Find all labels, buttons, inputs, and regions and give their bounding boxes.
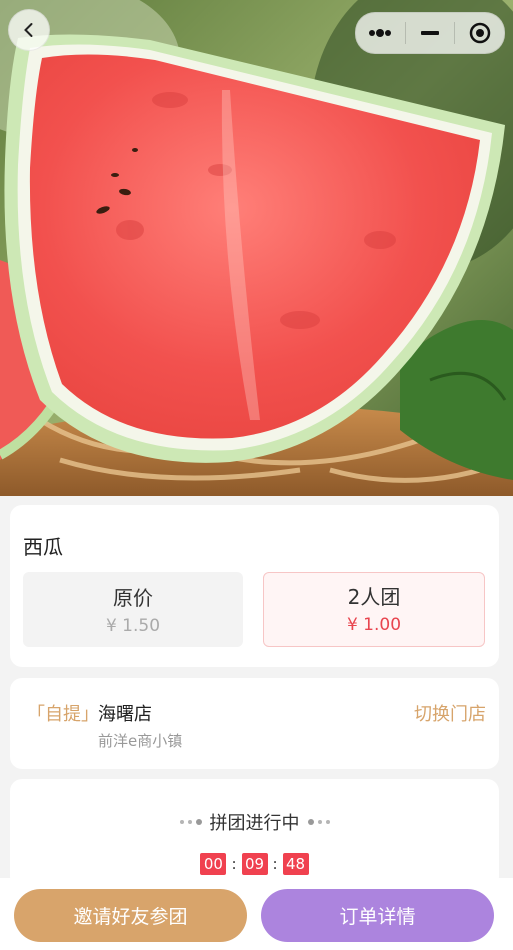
decorative-dots — [179, 819, 202, 825]
group-price-value: ¥ 1.00 — [346, 615, 402, 635]
group-buy-page: 西瓜 原价 ¥ 1.50 2人团 ¥ 1.00 「自提」 海曙店 前洋e商小镇 … — [0, 0, 513, 950]
group-price-label: 2人团 — [347, 585, 401, 609]
bottom-action-bar: 邀请好友参团 订单详情 — [0, 878, 513, 950]
product-card: 西瓜 原价 ¥ 1.50 2人团 ¥ 1.00 — [10, 505, 499, 667]
countdown-minutes: 09 — [241, 853, 268, 875]
group-price-option[interactable]: 2人团 ¥ 1.00 — [263, 572, 485, 647]
status-row: 拼团进行中 — [10, 809, 499, 835]
minimize-button[interactable] — [406, 13, 455, 53]
decorative-dots — [307, 819, 330, 825]
store-address: 前洋e商小镇 — [98, 732, 183, 750]
original-price-label: 原价 — [113, 586, 153, 610]
countdown-hours: 00 — [200, 853, 227, 875]
more-button[interactable] — [356, 13, 405, 53]
countdown-colon: : — [231, 855, 237, 873]
mini-program-capsule — [355, 12, 505, 54]
more-dots-icon — [369, 29, 392, 37]
switch-store-link[interactable]: 切换门店 — [414, 700, 486, 726]
store-card: 「自提」 海曙店 前洋e商小镇 切换门店 — [10, 678, 499, 769]
close-button[interactable] — [455, 13, 504, 53]
watermelon-illustration — [0, 0, 513, 496]
original-price-option[interactable]: 原价 ¥ 1.50 — [23, 572, 243, 647]
product-name: 西瓜 — [23, 535, 63, 559]
product-image — [0, 0, 513, 496]
invite-friends-button[interactable]: 邀请好友参团 — [14, 889, 247, 942]
pickup-tag: 「自提」 — [27, 704, 99, 725]
group-status-text: 拼团进行中 — [209, 813, 300, 834]
group-status-card: 拼团进行中 00 : 09 : 48 — [10, 779, 499, 889]
target-circle-icon — [469, 22, 490, 44]
store-name: 海曙店 — [98, 704, 152, 725]
order-details-button[interactable]: 订单详情 — [261, 889, 494, 942]
countdown-colon: : — [272, 855, 278, 873]
back-button[interactable] — [8, 9, 50, 51]
countdown-timer: 00 : 09 : 48 — [10, 853, 499, 875]
original-price-value: ¥ 1.50 — [105, 616, 161, 636]
countdown-seconds: 48 — [282, 853, 309, 875]
chevron-left-icon — [24, 23, 33, 37]
minus-icon — [421, 31, 439, 35]
